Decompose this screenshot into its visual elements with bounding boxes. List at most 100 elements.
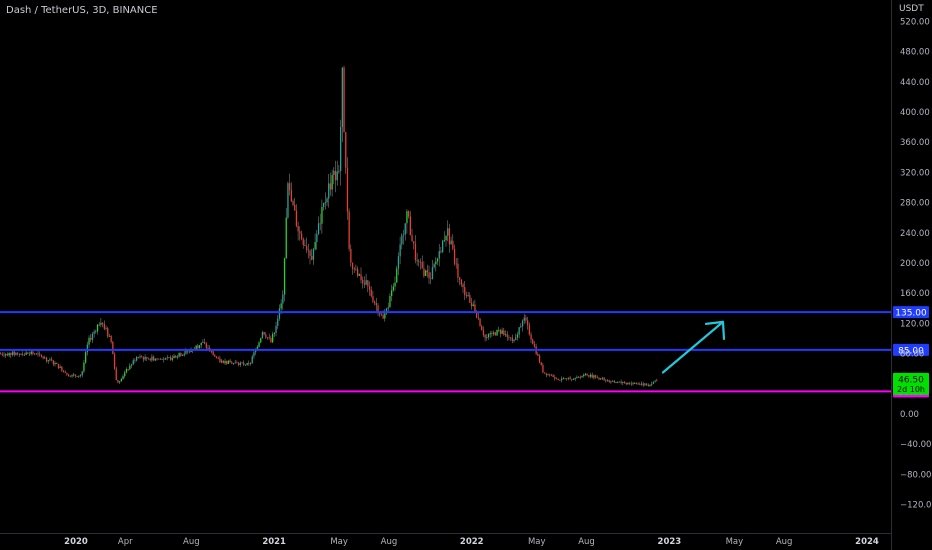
- candle-body: [295, 210, 298, 227]
- candle-body: [8, 352, 10, 356]
- candle-body: [158, 358, 160, 360]
- candle-body: [178, 352, 180, 357]
- candle-body: [600, 378, 602, 380]
- candle-body: [61, 366, 63, 371]
- candle-body: [95, 331, 97, 333]
- candle-body: [265, 334, 267, 338]
- candle-body: [57, 363, 60, 368]
- candle-body: [640, 383, 643, 385]
- candle-body: [572, 379, 575, 380]
- candle-body: [501, 330, 503, 334]
- candles-group: [0, 65, 658, 387]
- candle-body: [635, 383, 638, 384]
- candle-body: [647, 384, 649, 386]
- candle-body: [408, 211, 410, 217]
- candle-body: [261, 332, 264, 339]
- candle-body: [372, 296, 374, 302]
- candle-body: [122, 376, 124, 379]
- candle-body: [409, 216, 411, 236]
- time-tick-label: Aug: [578, 537, 595, 547]
- candle-body: [127, 369, 129, 371]
- candle-body: [460, 279, 462, 285]
- candle-body: [419, 261, 422, 263]
- candle-body: [42, 356, 44, 359]
- candle-body: [214, 355, 216, 357]
- candle-body: [346, 167, 349, 212]
- candle-body: [161, 358, 163, 360]
- candle-body: [277, 318, 279, 326]
- candle-body: [525, 317, 527, 321]
- candle-body: [103, 323, 105, 329]
- horizontal-lines-group[interactable]: 135.0085.0030.00: [0, 306, 929, 398]
- price-tick-label: 280.00: [900, 199, 930, 209]
- candle-body: [358, 274, 360, 276]
- candle-body: [246, 363, 248, 365]
- candle-body: [88, 337, 90, 345]
- candle-body: [256, 346, 258, 349]
- candle-body: [83, 362, 85, 372]
- candle-body: [52, 360, 54, 365]
- candle-body: [350, 248, 352, 263]
- candle-body: [90, 337, 92, 340]
- candle-body: [397, 256, 400, 269]
- candle-body: [326, 198, 328, 203]
- candle-body: [484, 334, 486, 338]
- candle-body: [260, 338, 262, 343]
- candle-body: [227, 360, 230, 364]
- candle-body: [117, 380, 119, 383]
- candle-body: [1, 353, 3, 355]
- candle-body: [421, 262, 423, 269]
- candle-body: [649, 384, 651, 386]
- candle-body: [357, 269, 359, 276]
- candle-body: [617, 381, 619, 383]
- candle-body: [532, 339, 534, 345]
- candle-body: [365, 280, 367, 285]
- candle-body: [234, 362, 236, 364]
- candle-body: [229, 360, 231, 363]
- candle-body: [212, 351, 214, 356]
- candle-body: [124, 372, 126, 377]
- candle-body: [81, 371, 83, 376]
- candle-body: [470, 302, 473, 307]
- price-axis[interactable]: 520.00 480.00 440.00 400.00 360.00 320.00 280.…: [893, 17, 932, 511]
- price-tick-label: −40.00: [900, 440, 931, 450]
- candle-body: [258, 342, 260, 347]
- candle-body: [610, 381, 612, 383]
- candle-body: [311, 255, 313, 260]
- annotation-group: [661, 320, 726, 374]
- candle-body: [244, 364, 247, 366]
- candle-body: [442, 240, 444, 253]
- candle-body: [459, 277, 461, 280]
- candle-body: [554, 376, 556, 379]
- candle-body: [545, 373, 547, 376]
- price-chart[interactable]: 135.0085.0030.00 520.00 480.00 440.00 400.0…: [0, 0, 932, 550]
- candle-body: [549, 374, 551, 376]
- candle-body: [132, 360, 134, 365]
- candle-body: [423, 268, 425, 276]
- candle-body: [272, 334, 274, 343]
- candle-body: [28, 353, 31, 355]
- candle-body: [136, 356, 138, 361]
- time-tick-label: 2022: [460, 537, 484, 547]
- candle-body: [76, 375, 78, 377]
- candle-body: [238, 362, 240, 365]
- candle-body: [10, 352, 12, 356]
- candle-body: [353, 268, 355, 270]
- time-tick-label: 2024: [855, 537, 879, 547]
- candle-body: [414, 243, 417, 261]
- candle-body: [465, 295, 468, 297]
- candle-body: [425, 270, 427, 276]
- candle-body: [431, 267, 434, 279]
- time-axis[interactable]: 2020 Apr Aug 2021 May Aug 2022 May Aug 2023 May Aug…: [64, 537, 879, 547]
- candle-body: [25, 352, 27, 355]
- candle-body: [142, 357, 145, 360]
- candle-body: [634, 383, 636, 384]
- candle-body: [389, 295, 391, 308]
- time-tick-label: Aug: [381, 537, 398, 547]
- candle-body: [171, 358, 173, 360]
- arrow-shaft[interactable]: [661, 320, 725, 374]
- candle-body: [555, 378, 558, 380]
- candle-body: [498, 329, 500, 331]
- candle-body: [618, 381, 621, 383]
- candle-body: [159, 359, 162, 360]
